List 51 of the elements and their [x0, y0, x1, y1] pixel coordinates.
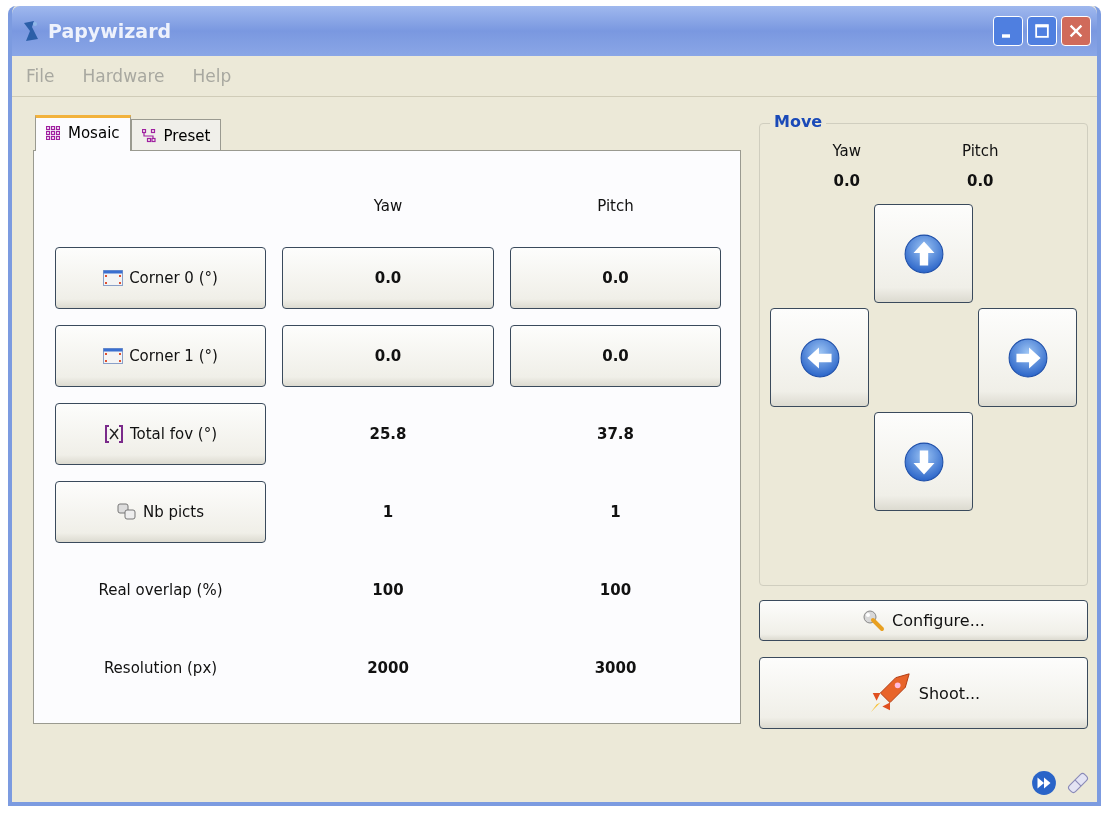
row-button[interactable]: Total fov (°): [55, 403, 266, 465]
axis-value: 0.0: [833, 172, 861, 190]
close-icon: [1067, 22, 1085, 40]
fast-forward-icon[interactable]: [1031, 770, 1057, 796]
value-text: 37.8: [596, 424, 635, 445]
move-left-button[interactable]: [770, 308, 869, 407]
row-label: Resolution (px): [102, 658, 219, 679]
move-right-button[interactable]: [978, 308, 1077, 407]
minimize-button[interactable]: [993, 16, 1023, 46]
column-header: Pitch: [596, 196, 635, 217]
value-text: 25.8: [368, 424, 408, 445]
configure-button[interactable]: Configure...: [759, 600, 1088, 641]
window-corners-icon: [103, 348, 124, 364]
move-down-button[interactable]: [874, 412, 973, 511]
column-header: Yaw: [372, 196, 404, 217]
value-button[interactable]: 0.0: [282, 247, 494, 309]
row-button[interactable]: Corner 0 (°): [55, 247, 266, 309]
value-button[interactable]: 0.0: [282, 325, 494, 387]
shoot-button[interactable]: Shoot...: [759, 657, 1088, 729]
minimize-icon: [1002, 34, 1010, 38]
pictures-icon: [116, 503, 137, 521]
magnifier-icon: [862, 608, 887, 633]
axis-label: Pitch: [962, 142, 999, 160]
row-button[interactable]: Corner 1 (°): [55, 325, 266, 387]
value-text: 2000: [366, 658, 410, 679]
tab[interactable]: Preset: [130, 119, 222, 150]
axis-label: Yaw: [832, 142, 862, 160]
arrow-right-icon: [1006, 336, 1049, 379]
value-button[interactable]: 0.0: [510, 325, 721, 387]
value-text: 1: [381, 502, 395, 523]
value-text: 100: [371, 580, 405, 601]
nodes-icon: [141, 128, 156, 143]
window-title: Papywizard: [48, 20, 173, 42]
maximize-icon: [1033, 22, 1051, 40]
move-up-button[interactable]: [874, 204, 973, 303]
axis-value: 0.0: [966, 172, 994, 190]
variable-icon: [103, 424, 124, 444]
arrow-left-icon: [798, 336, 841, 379]
grid-icon: [46, 126, 60, 140]
value-button[interactable]: 0.0: [510, 247, 721, 309]
value-text: 100: [598, 580, 633, 601]
arrow-down-icon: [902, 440, 945, 483]
window-corners-icon: [103, 270, 124, 286]
maximize-button[interactable]: [1027, 16, 1057, 46]
row-button[interactable]: Nb picts: [55, 481, 266, 543]
value-text: 1: [609, 502, 622, 523]
value-text: 3000: [593, 658, 638, 679]
arrow-up-icon: [902, 232, 945, 275]
close-button[interactable]: [1061, 16, 1091, 46]
tab[interactable]: Mosaic: [35, 115, 131, 151]
row-label: Real overlap (%): [97, 580, 224, 601]
